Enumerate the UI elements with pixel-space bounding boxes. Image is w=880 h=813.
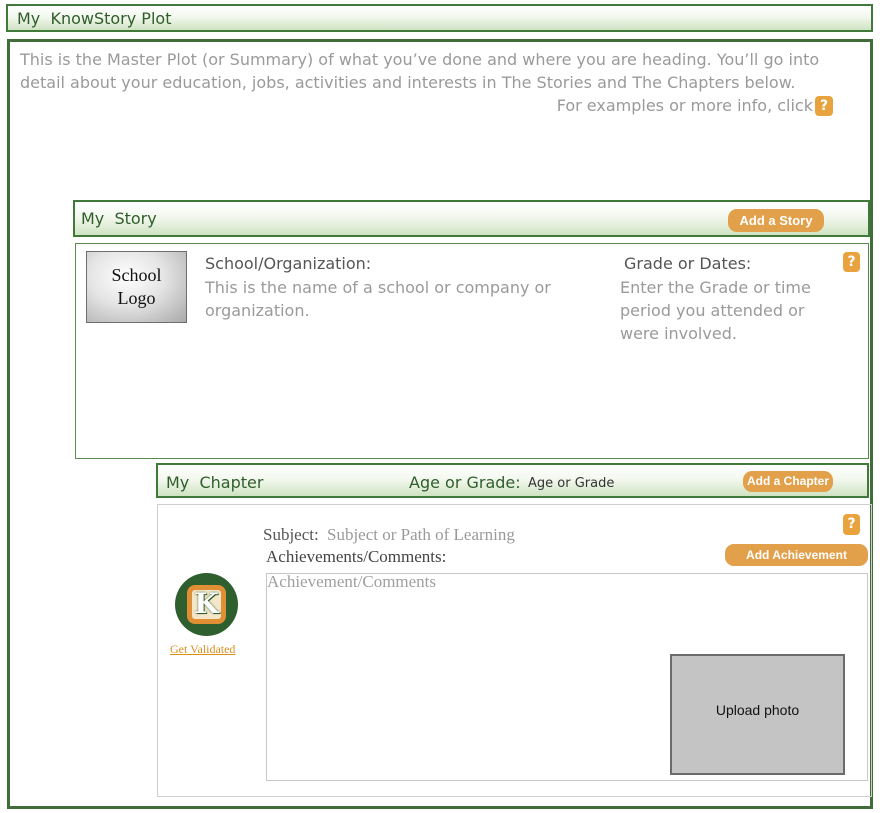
school-logo[interactable]: School Logo xyxy=(86,251,187,323)
achievements-placeholder: Achievement/Comments xyxy=(267,572,437,591)
subject-input[interactable]: Subject or Path of Learning xyxy=(327,525,515,545)
story-title: My Story xyxy=(81,209,157,228)
badge-inner: K xyxy=(187,585,226,624)
validation-badge-icon[interactable]: K xyxy=(175,573,238,636)
chapter-bar: My Chapter Age or Grade: Age or Grade Ad… xyxy=(156,463,869,498)
chapter-title: My Chapter xyxy=(166,473,264,492)
add-achievement-button[interactable]: Add Achievement xyxy=(725,544,868,566)
story-help-icon[interactable]: ? xyxy=(843,252,860,272)
add-story-button[interactable]: Add a Story xyxy=(728,209,824,232)
intro-text: This is the Master Plot (or Summary) of … xyxy=(20,50,820,92)
header-bar: My KnowStory Plot xyxy=(6,4,873,32)
chapter-help-icon[interactable]: ? xyxy=(843,514,860,535)
age-grade-label: Age or Grade: xyxy=(409,473,521,492)
school-description: This is the name of a school or company … xyxy=(205,278,551,320)
school-heading: School/Organization: xyxy=(205,254,372,273)
achievements-label: Achievements/Comments: xyxy=(266,547,447,566)
intro-help-icon[interactable]: ? xyxy=(815,96,833,116)
upload-photo-button[interactable]: Upload photo xyxy=(670,654,845,775)
add-chapter-button[interactable]: Add a Chapter xyxy=(743,471,833,492)
intro-examples-text: For examples or more info, click xyxy=(556,96,813,115)
grade-heading: Grade or Dates: xyxy=(624,254,752,273)
subject-label: Subject: xyxy=(263,525,319,544)
grade-description: Enter the Grade or time period you atten… xyxy=(620,278,811,343)
badge-letter: K xyxy=(194,587,219,620)
upload-photo-label: Upload photo xyxy=(715,702,800,718)
age-grade-value[interactable]: Age or Grade xyxy=(528,476,614,491)
page-title: My KnowStory Plot xyxy=(17,9,172,28)
story-bar: My Story Add a Story xyxy=(73,200,870,237)
get-validated-link[interactable]: Get Validated xyxy=(170,642,235,657)
